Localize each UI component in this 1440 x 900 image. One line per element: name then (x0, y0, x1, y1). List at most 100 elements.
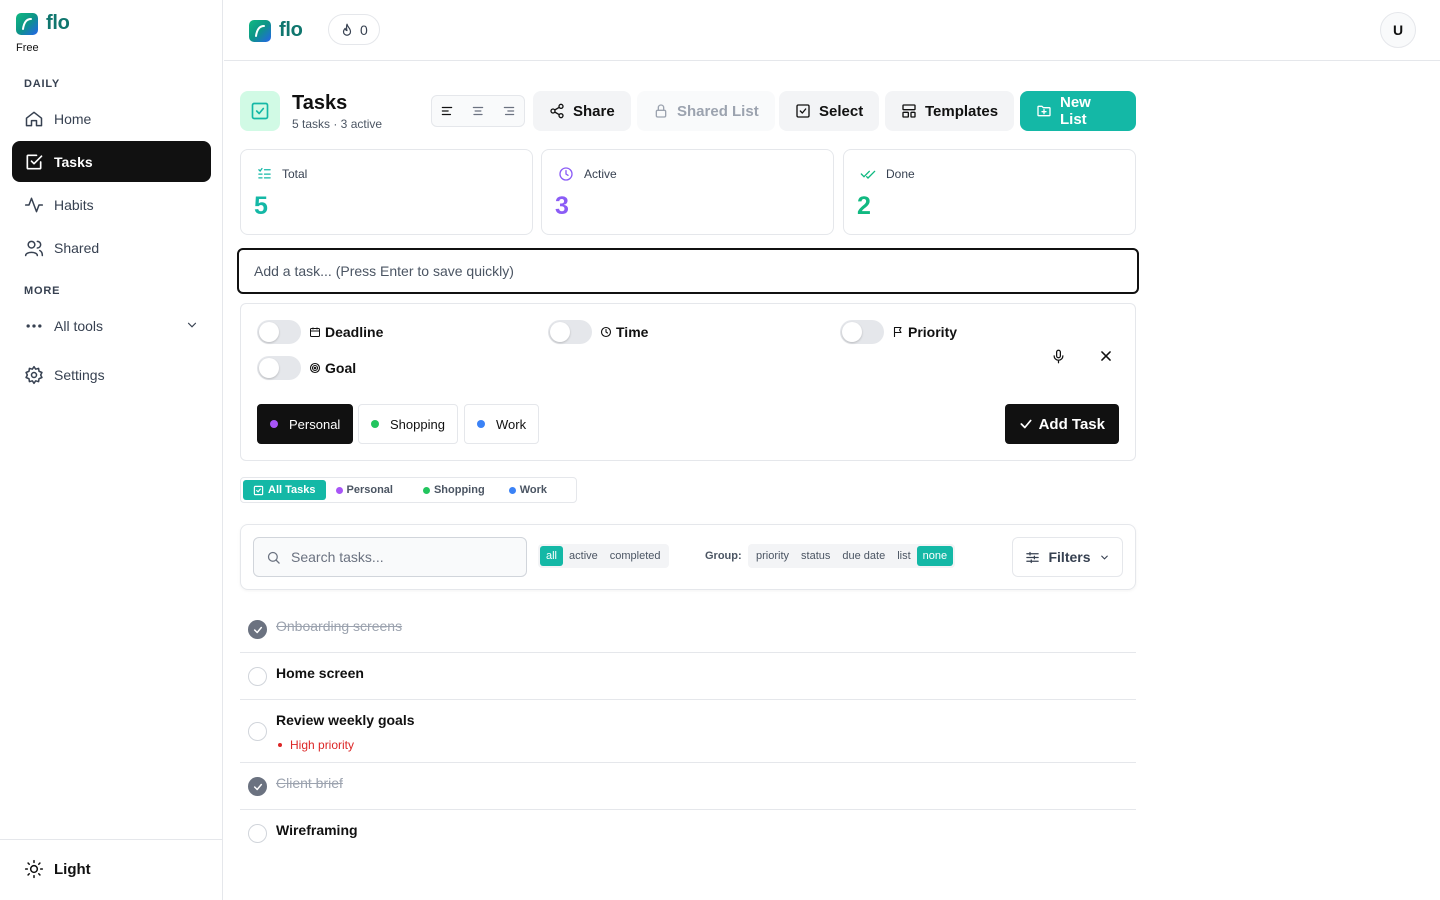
align-center-icon[interactable] (471, 104, 485, 118)
task-row[interactable]: Home screen (240, 653, 1136, 700)
sidebar: flo Free DAILY Home Tasks Habits Shared … (0, 0, 223, 900)
time-option: Time (548, 320, 648, 344)
page-title: Tasks (292, 92, 348, 114)
goal-toggle[interactable] (257, 356, 301, 380)
section-more: MORE (24, 285, 61, 297)
top-logo[interactable]: flo (249, 19, 303, 42)
check-check-icon (860, 166, 876, 182)
bullet-dot (278, 743, 282, 747)
theme-label: Light (54, 860, 91, 878)
streak-badge[interactable]: 0 (328, 14, 380, 45)
group-priority[interactable]: priority (750, 546, 795, 566)
sidebar-item-shared[interactable]: Shared (12, 227, 211, 268)
group-due-date[interactable]: due date (836, 546, 891, 566)
shared-list-button[interactable]: Shared List (637, 91, 775, 131)
group-label: Group: (705, 550, 742, 562)
time-toggle[interactable] (548, 320, 592, 344)
list-color-dot (422, 486, 430, 494)
folder-plus-icon (1036, 103, 1052, 119)
stat-card-total: Total 5 (240, 149, 533, 235)
search-input[interactable] (291, 549, 511, 565)
list-chip-personal[interactable]: Personal (257, 404, 354, 444)
task-checkbox[interactable] (248, 824, 267, 843)
list-filter-tabs: All Tasks Personal Shopping Work (240, 477, 577, 503)
tab-work[interactable]: Work (499, 480, 557, 500)
task-row[interactable]: Review weekly goals High priority (240, 700, 1136, 763)
priority-option: Priority (840, 320, 957, 344)
clock-icon (600, 326, 612, 338)
sidebar-item-tasks[interactable]: Tasks (12, 141, 211, 182)
clock-icon (558, 166, 574, 182)
templates-button[interactable]: Templates (885, 91, 1015, 131)
tab-shopping[interactable]: Shopping (413, 480, 495, 500)
sidebar-logo[interactable]: flo (16, 12, 70, 35)
task-checkbox[interactable] (248, 620, 267, 639)
sidebar-item-all-tools[interactable]: All tools (12, 305, 211, 346)
select-button[interactable]: Select (779, 91, 880, 131)
flame-icon (340, 23, 354, 37)
align-right-icon[interactable] (502, 104, 516, 118)
sidebar-item-habits[interactable]: Habits (12, 184, 211, 225)
status-all[interactable]: all (540, 546, 564, 566)
activity-icon (24, 195, 44, 215)
list-color-dot (335, 486, 343, 494)
task-row[interactable]: Onboarding screens (240, 606, 1136, 653)
list-color-dot (371, 420, 379, 428)
plan-label: Free (16, 42, 39, 54)
new-list-button[interactable]: New List (1020, 91, 1136, 131)
group-status[interactable]: status (795, 546, 836, 566)
task-checkbox[interactable] (248, 667, 267, 686)
share-button[interactable]: Share (533, 91, 631, 131)
task-checkbox[interactable] (248, 722, 267, 741)
sliders-icon (1025, 550, 1040, 565)
list-chip-shopping[interactable]: Shopping (358, 404, 458, 444)
task-title: Home screen (276, 665, 364, 681)
task-row[interactable]: Client brief (240, 763, 1136, 810)
avatar[interactable]: U (1380, 12, 1416, 48)
group-list[interactable]: list (891, 546, 916, 566)
users-icon (24, 238, 44, 258)
check-square-icon (253, 485, 264, 496)
search-icon (266, 550, 281, 565)
add-task-input[interactable] (237, 248, 1139, 294)
close-icon[interactable] (1092, 342, 1120, 370)
check-square-icon (24, 152, 44, 172)
time-label: Time (616, 324, 649, 340)
sidebar-item-home[interactable]: Home (12, 98, 211, 139)
target-icon (309, 362, 321, 374)
stat-value: 3 (555, 192, 569, 220)
app-name: flo (46, 12, 70, 34)
status-filter: all active completed (538, 544, 669, 568)
sun-icon (24, 859, 44, 879)
add-task-button[interactable]: Add Task (1004, 404, 1119, 444)
calendar-icon (309, 326, 321, 338)
status-active[interactable]: active (563, 546, 604, 566)
layout-template-icon (901, 103, 917, 119)
task-checkbox[interactable] (248, 777, 267, 796)
priority-label: Priority (908, 324, 958, 340)
stat-value: 2 (857, 192, 871, 220)
list-chip-work[interactable]: Work (464, 404, 540, 444)
filters-button[interactable]: Filters (1012, 537, 1123, 577)
align-left-icon[interactable] (440, 104, 454, 118)
priority-toggle[interactable] (840, 320, 884, 344)
task-row[interactable]: Wireframing (240, 810, 1136, 857)
tab-all-tasks[interactable]: All Tasks (243, 480, 326, 500)
check-square-icon (795, 103, 811, 119)
stat-label: Active (584, 167, 617, 181)
deadline-label: Deadline (325, 324, 384, 340)
microphone-icon[interactable] (1044, 342, 1072, 370)
stat-label: Done (886, 167, 915, 181)
group-filter: priority status due date list none (748, 544, 956, 568)
deadline-option: Deadline (257, 320, 383, 344)
status-completed[interactable]: completed (604, 546, 667, 566)
deadline-toggle[interactable] (257, 320, 301, 344)
chevron-down-icon[interactable] (185, 318, 199, 332)
task-title: Client brief (276, 775, 343, 791)
sidebar-footer: Light (0, 839, 223, 900)
theme-toggle-button[interactable]: Light (24, 859, 91, 879)
tab-personal[interactable]: Personal (326, 480, 403, 500)
sidebar-item-settings[interactable]: Settings (12, 354, 211, 395)
group-none[interactable]: none (916, 546, 954, 566)
page-header: Tasks 5 tasks · 3 active Share Shared Li… (240, 91, 1136, 131)
